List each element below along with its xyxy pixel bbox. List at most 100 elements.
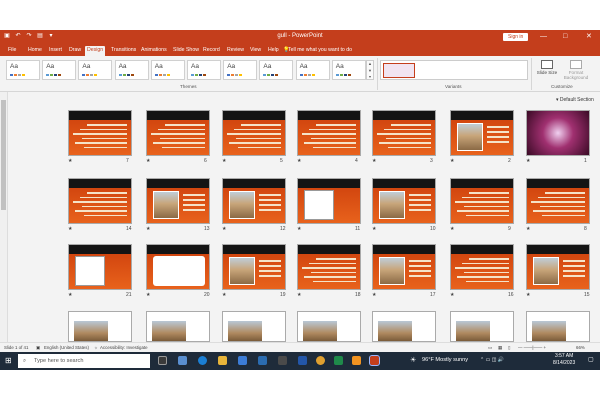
tab-file[interactable]: File — [6, 46, 18, 56]
slide-thumbnail[interactable] — [372, 244, 436, 290]
transition-star-icon[interactable]: ★ — [297, 158, 301, 164]
mail-icon[interactable] — [238, 356, 247, 365]
slide-thumbnail[interactable] — [450, 110, 514, 156]
slide-thumbnail[interactable] — [372, 110, 436, 156]
slide-thumbnail[interactable] — [372, 311, 436, 342]
slide-thumbnail[interactable] — [222, 244, 286, 290]
system-tray-icons[interactable]: ⌃ ▭ ◫ 🔊 — [480, 357, 504, 363]
theme-thumbnail[interactable]: Aa — [114, 60, 149, 80]
sign-in-button[interactable]: Sign in — [503, 33, 529, 41]
slide-thumbnail[interactable] — [222, 178, 286, 224]
notifications-icon[interactable]: ▢ — [588, 356, 594, 363]
slide-thumbnail[interactable] — [222, 110, 286, 156]
transition-star-icon[interactable]: ★ — [68, 158, 72, 164]
theme-thumbnail[interactable]: Aa — [295, 60, 330, 80]
transition-star-icon[interactable]: ★ — [222, 158, 226, 164]
slide-thumbnail[interactable] — [146, 244, 210, 290]
scrollbar-thumb[interactable] — [1, 100, 6, 210]
theme-thumbnail[interactable]: Aa — [6, 60, 40, 80]
transition-star-icon[interactable]: ★ — [450, 226, 454, 232]
tell-me-search[interactable]: Tell me what you want to do — [288, 46, 352, 55]
restore-button[interactable]: □ — [563, 32, 567, 41]
themes-scroll[interactable]: ▲ ▼ ▾ — [366, 60, 374, 80]
close-button[interactable]: ✕ — [586, 32, 592, 41]
widgets-icon[interactable] — [178, 356, 187, 365]
transition-star-icon[interactable]: ★ — [222, 226, 226, 232]
transition-star-icon[interactable]: ★ — [526, 226, 530, 232]
windows-start-icon[interactable]: ⊞ — [5, 356, 12, 365]
slide-thumbnail[interactable] — [68, 110, 132, 156]
transition-star-icon[interactable]: ★ — [297, 226, 301, 232]
theme-thumbnail[interactable]: Aa — [42, 60, 77, 80]
powerpoint-icon[interactable] — [369, 355, 380, 366]
accessibility-icon[interactable]: ☼ — [94, 345, 98, 350]
spelling-icon[interactable]: ▣ — [36, 345, 40, 351]
slide-thumbnail[interactable] — [68, 178, 132, 224]
tab-transitions[interactable]: Transitions — [109, 46, 138, 56]
taskbar-search[interactable]: ⌕ Type here to search — [18, 354, 150, 368]
tab-help[interactable]: Help — [266, 46, 281, 56]
tab-home[interactable]: Home — [26, 46, 44, 56]
accessibility-status[interactable]: Accessibility: Investigate — [100, 345, 148, 350]
theme-thumbnail[interactable]: Aa — [223, 60, 258, 80]
slide-thumbnail[interactable] — [372, 178, 436, 224]
theme-thumbnail[interactable]: Aa — [331, 60, 366, 80]
tab-design[interactable]: Design — [85, 46, 106, 56]
slide-thumbnail[interactable] — [146, 178, 210, 224]
excel-icon[interactable] — [334, 356, 343, 365]
photos-icon[interactable] — [258, 356, 267, 365]
theme-thumbnail[interactable]: Aa — [150, 60, 185, 80]
transition-star-icon[interactable]: ★ — [450, 292, 454, 298]
slide-thumbnail[interactable] — [297, 178, 361, 224]
zoom-level[interactable]: 66% — [576, 345, 585, 350]
word-icon[interactable] — [298, 356, 307, 365]
transition-star-icon[interactable]: ★ — [68, 226, 72, 232]
slide-size-button[interactable]: Slide Size — [536, 60, 558, 75]
tab-review[interactable]: Review — [225, 46, 246, 56]
transition-star-icon[interactable]: ★ — [372, 158, 376, 164]
edge-icon[interactable] — [198, 356, 207, 365]
slide-thumbnail[interactable] — [450, 178, 514, 224]
slide-thumbnail[interactable] — [526, 178, 590, 224]
transition-star-icon[interactable]: ★ — [222, 292, 226, 298]
transition-star-icon[interactable]: ★ — [146, 158, 150, 164]
format-background-button[interactable]: Format Background — [560, 60, 592, 80]
slide-thumbnail[interactable] — [222, 311, 286, 342]
slide-thumbnail[interactable] — [450, 311, 514, 342]
tab-record[interactable]: Record — [201, 46, 222, 56]
view-sorter-icon[interactable]: ▦ — [498, 345, 502, 351]
slide-thumbnail[interactable] — [297, 244, 361, 290]
theme-thumbnail[interactable]: Aa — [259, 60, 294, 80]
file-explorer-icon[interactable] — [218, 356, 227, 365]
theme-thumbnail[interactable]: Aa — [78, 60, 113, 80]
slide-thumbnail[interactable] — [68, 311, 132, 342]
minimize-button[interactable]: — — [540, 32, 547, 41]
slide-thumbnail[interactable] — [526, 110, 590, 156]
variants-gallery[interactable] — [380, 60, 528, 80]
store-icon[interactable] — [278, 356, 287, 365]
view-normal-icon[interactable]: ▭ — [488, 345, 492, 351]
zoom-slider[interactable]: — ——|—— + — [518, 345, 546, 350]
variant-thumbnail[interactable] — [383, 63, 415, 78]
transition-star-icon[interactable]: ★ — [68, 292, 72, 298]
transition-star-icon[interactable]: ★ — [372, 226, 376, 232]
language-indicator[interactable]: English (United States) — [44, 345, 89, 350]
transition-star-icon[interactable]: ★ — [526, 158, 530, 164]
transition-star-icon[interactable]: ★ — [146, 292, 150, 298]
slide-thumbnail[interactable] — [526, 244, 590, 290]
slide-thumbnail[interactable] — [450, 244, 514, 290]
transition-star-icon[interactable]: ★ — [450, 158, 454, 164]
transition-star-icon[interactable]: ★ — [297, 292, 301, 298]
slide-thumbnail[interactable] — [297, 110, 361, 156]
vertical-scrollbar[interactable] — [0, 92, 8, 342]
transition-star-icon[interactable]: ★ — [526, 292, 530, 298]
slide-thumbnail[interactable] — [68, 244, 132, 290]
theme-thumbnail[interactable]: Aa — [187, 60, 221, 80]
tab-insert[interactable]: Insert — [47, 46, 64, 56]
clock[interactable]: 3:57 AM 8/14/2023 — [553, 353, 575, 367]
section-header[interactable]: ▾ Default Section — [556, 97, 594, 103]
vlc-icon[interactable] — [352, 356, 361, 365]
chrome-icon[interactable] — [316, 356, 325, 365]
tab-slide-show[interactable]: Slide Show — [171, 46, 201, 56]
tab-view[interactable]: View — [248, 46, 263, 56]
